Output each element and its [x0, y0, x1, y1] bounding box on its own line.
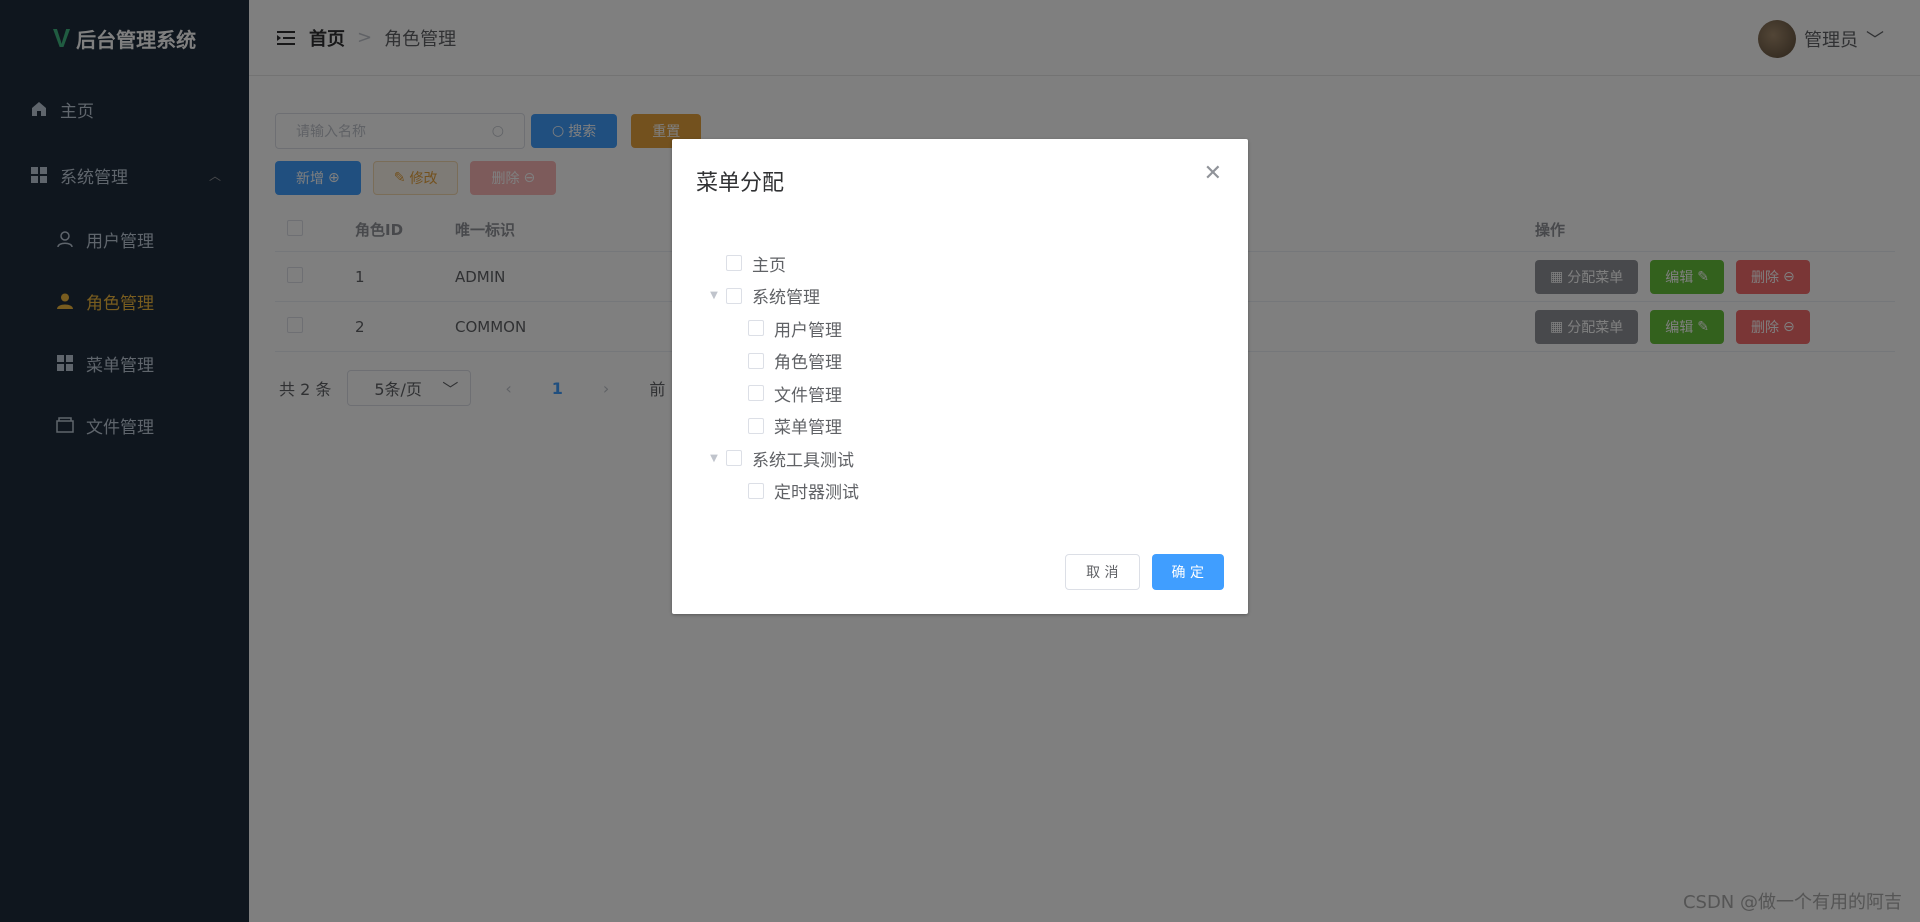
tree-checkbox[interactable] — [748, 352, 764, 369]
tree-checkbox[interactable] — [748, 320, 764, 337]
tree-checkbox[interactable] — [726, 287, 742, 304]
dialog-footer: 取 消 确 定 — [1065, 554, 1224, 590]
menu-tree: 主页 ▼ 系统管理 用户管理 角色管理 文件管理 菜单管理 ▼ 系统工具测试 定… — [702, 247, 859, 507]
close-icon[interactable]: ✕ — [1204, 161, 1222, 186]
menu-assign-dialog: 菜单分配 ✕ 主页 ▼ 系统管理 用户管理 角色管理 文件管理 菜单管理 ▼ 系… — [672, 139, 1248, 614]
tree-node[interactable]: ▼ 系统工具测试 — [702, 442, 859, 475]
tree-node[interactable]: 用户管理 — [702, 312, 859, 345]
tree-node-label: 文件管理 — [774, 385, 842, 406]
tree-node[interactable]: ▼ 系统管理 — [702, 280, 859, 313]
caret-down-icon[interactable]: ▼ — [702, 290, 726, 301]
tree-node[interactable]: 菜单管理 — [702, 410, 859, 443]
tree-checkbox[interactable] — [748, 385, 764, 402]
tree-node[interactable]: 主页 — [702, 247, 859, 280]
tree-checkbox[interactable] — [748, 482, 764, 499]
tree-node[interactable]: 定时器测试 — [702, 475, 859, 508]
dialog-title: 菜单分配 — [696, 171, 785, 196]
tree-node[interactable]: 文件管理 — [702, 377, 859, 410]
tree-node-label: 菜单管理 — [774, 418, 842, 439]
cancel-button[interactable]: 取 消 — [1065, 554, 1140, 590]
tree-checkbox[interactable] — [748, 417, 764, 434]
tree-node-label: 角色管理 — [774, 353, 842, 374]
watermark: CSDN @做一个有用的阿吉 — [1682, 892, 1902, 913]
tree-node-label: 主页 — [752, 255, 786, 276]
caret-down-icon[interactable]: ▼ — [702, 453, 726, 464]
tree-node-label: 定时器测试 — [774, 483, 859, 504]
tree-checkbox[interactable] — [726, 450, 742, 467]
tree-checkbox[interactable] — [726, 255, 742, 272]
tree-node-label: 系统管理 — [752, 288, 820, 309]
tree-node-label: 用户管理 — [774, 320, 842, 341]
tree-node[interactable]: 角色管理 — [702, 345, 859, 378]
confirm-button[interactable]: 确 定 — [1151, 554, 1224, 590]
tree-node-label: 系统工具测试 — [752, 450, 854, 471]
